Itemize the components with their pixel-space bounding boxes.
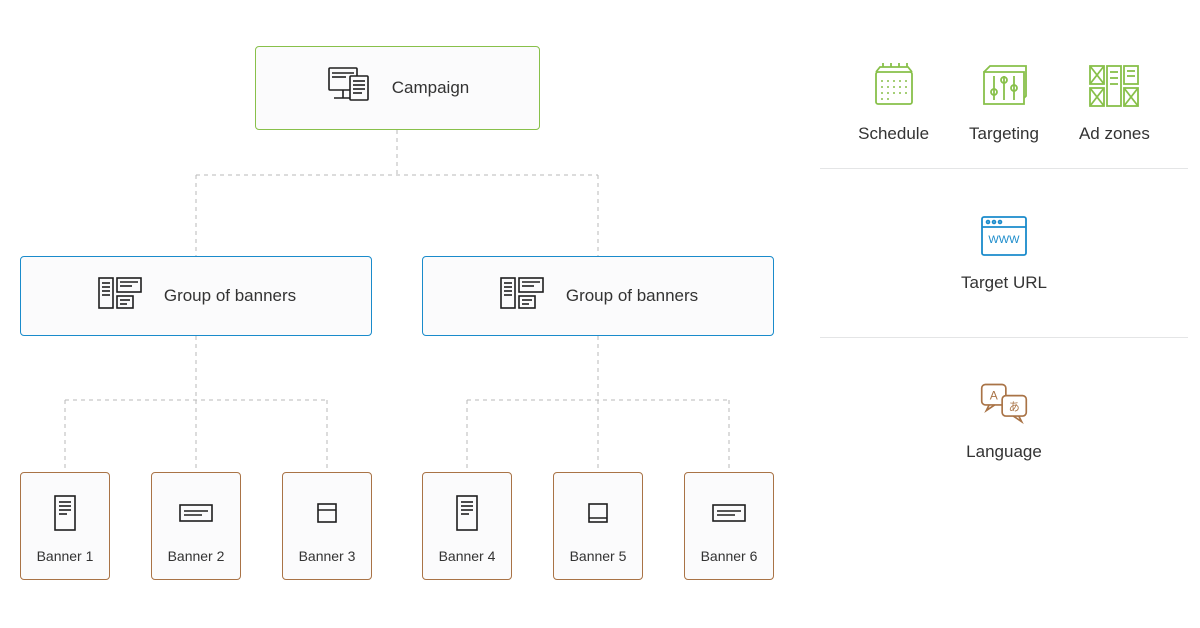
banners-group-icon <box>498 274 548 319</box>
side-item-adzones: Ad zones <box>1079 60 1150 144</box>
side-item-target-url: WWW Target URL <box>961 209 1047 293</box>
side-panel: Schedule Targeting <box>820 40 1188 502</box>
campaign-label: Campaign <box>392 78 470 98</box>
campaign-icon <box>326 64 374 113</box>
side-row-target-url: WWW Target URL <box>820 169 1188 337</box>
banner-node-2: Banner 2 <box>151 472 241 580</box>
banner-wide-icon <box>709 493 749 538</box>
banner-tall-icon <box>454 493 480 538</box>
adzones-label: Ad zones <box>1079 124 1150 144</box>
language-icon: A あ <box>978 378 1030 430</box>
banner-label-3: Banner 3 <box>299 548 356 564</box>
banner-node-6: Banner 6 <box>684 472 774 580</box>
banner-square-icon <box>578 493 618 538</box>
banner-node-4: Banner 4 <box>422 472 512 580</box>
banner-label-2: Banner 2 <box>168 548 225 564</box>
schedule-label: Schedule <box>858 124 929 144</box>
group-node-2: Group of banners <box>422 256 774 336</box>
banner-tall-icon <box>52 493 78 538</box>
svg-text:あ: あ <box>1009 401 1020 414</box>
side-item-schedule: Schedule <box>858 60 929 144</box>
banner-node-1: Banner 1 <box>20 472 110 580</box>
group-label-2: Group of banners <box>566 286 698 306</box>
banner-wide-icon <box>176 493 216 538</box>
banner-label-1: Banner 1 <box>37 548 94 564</box>
diagram-stage: Campaign Group of banners <box>0 0 1200 628</box>
side-row-campaign-settings: Schedule Targeting <box>820 40 1188 168</box>
group-label-1: Group of banners <box>164 286 296 306</box>
targeting-label: Targeting <box>969 124 1039 144</box>
adzones-icon <box>1088 60 1140 112</box>
banner-square-icon <box>307 493 347 538</box>
side-item-targeting: Targeting <box>969 60 1039 144</box>
banner-label-5: Banner 5 <box>570 548 627 564</box>
group-node-1: Group of banners <box>20 256 372 336</box>
targeting-icon <box>978 60 1030 112</box>
side-row-language: A あ Language <box>820 338 1188 502</box>
calendar-icon <box>868 60 920 112</box>
svg-text:A: A <box>990 388 999 402</box>
banner-label-4: Banner 4 <box>439 548 496 564</box>
campaign-node: Campaign <box>255 46 540 130</box>
banner-node-5: Banner 5 <box>553 472 643 580</box>
svg-text:WWW: WWW <box>988 234 1020 246</box>
language-label: Language <box>966 442 1042 462</box>
banners-group-icon <box>96 274 146 319</box>
side-item-language: A あ Language <box>966 378 1042 462</box>
target-url-label: Target URL <box>961 273 1047 293</box>
browser-www-icon: WWW <box>978 209 1030 261</box>
banner-label-6: Banner 6 <box>701 548 758 564</box>
banner-node-3: Banner 3 <box>282 472 372 580</box>
